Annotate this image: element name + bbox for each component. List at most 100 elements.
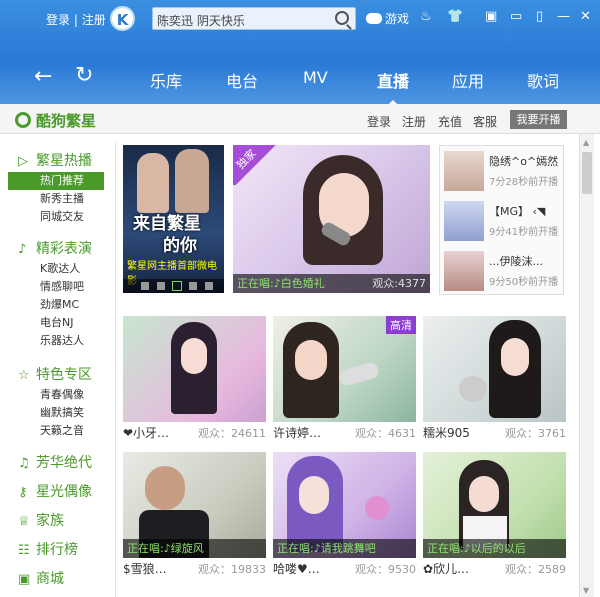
avatar: [444, 151, 484, 191]
sidebar-section-special: ☆ 特色专区 青春偶像 幽默搞笑 天籁之音: [14, 364, 116, 440]
sidebar-section-fanghua[interactable]: ♫ 芳华绝代: [14, 452, 116, 474]
sidebar-section-hot: ▷ 繁星热播 热门推荐 新秀主播 同城交友: [8, 150, 116, 226]
featured-stream[interactable]: 独家 正在唱:♪白色婚礼 观众:4377: [233, 145, 430, 293]
game-label: 游戏: [385, 12, 410, 26]
main-nav: ← ↻ 乐库 电台 MV 直播 应用 歌词: [0, 60, 600, 106]
tab-mv[interactable]: MV: [303, 68, 328, 87]
viewer-count: 观众：19833: [198, 563, 266, 576]
sidebar-section-title[interactable]: ♪ 精彩表演: [14, 238, 116, 260]
recent-live-panel: 隐绣^o^嫣然 7分28秒前开播 【MG】 ‹◥ 9分41秒前开播 ...伊陵沫…: [439, 145, 564, 295]
scroll-down-icon[interactable]: ▼: [583, 586, 589, 595]
scrollbar[interactable]: ▲ ▼: [579, 134, 594, 597]
sidebar: ▷ 繁星热播 热门推荐 新秀主播 同城交友 ♪ 精彩表演 K歌达人 情感聊吧 劲爆M…: [8, 142, 116, 597]
promo-banner[interactable]: 来自繁星 的你 繁星网主播首部微电影: [123, 145, 224, 293]
scroll-up-icon[interactable]: ▲: [583, 138, 589, 147]
stream-card[interactable]: 正在唱:♪以后的以后 ✿欣儿… 观众：2589: [423, 452, 566, 576]
stream-card[interactable]: ❤小牙… 观众：24611: [123, 316, 266, 440]
pager-dot-active[interactable]: [172, 281, 182, 291]
sidebar-item-instrument[interactable]: 乐器达人: [14, 332, 116, 350]
recent-item[interactable]: 隐绣^o^嫣然 7分28秒前开播: [444, 149, 562, 193]
stream-card[interactable]: 高清 许诗婷… 观众：4631: [273, 316, 416, 440]
sidebar-item-chat[interactable]: 情感聊吧: [14, 278, 116, 296]
sidebar-section-family[interactable]: ♕ 家族: [14, 510, 116, 532]
scroll-thumb[interactable]: [582, 152, 592, 194]
stream-card[interactable]: 正在唱:♪请我跳舞吧 哈喽♥… 观众：9530: [273, 452, 416, 576]
avatar: [444, 251, 484, 291]
mobile-icon[interactable]: ▯: [536, 9, 543, 24]
now-singing: 正在唱:♪以后的以后: [427, 542, 526, 555]
sidebar-item-funny[interactable]: 幽默搞笑: [14, 404, 116, 422]
pager-dot[interactable]: [141, 282, 149, 290]
stream-card[interactable]: 糯米905 观众：3761: [423, 316, 566, 440]
mini-mode-icon[interactable]: ▭: [510, 9, 522, 24]
recharge-link[interactable]: 充值: [438, 113, 462, 130]
banner-photo-right: [175, 149, 209, 213]
sidebar-item-idol[interactable]: 青春偶像: [14, 386, 116, 404]
close-icon[interactable]: ✕: [580, 9, 591, 24]
service-link[interactable]: 客服: [473, 113, 497, 130]
menu-icon[interactable]: ▣: [485, 9, 497, 24]
pager-dot[interactable]: [189, 282, 197, 290]
login-links: 登录 | 注册: [46, 11, 106, 28]
game-button[interactable]: 游戏: [366, 10, 409, 27]
streamer-name: ✿欣儿…: [423, 562, 470, 576]
pager-dot[interactable]: [157, 282, 165, 290]
viewer-count: 观众：24611: [198, 427, 266, 440]
sidebar-item-mc[interactable]: 劲爆MC: [14, 296, 116, 314]
sidebar-section-starlight[interactable]: ⚷ 星光偶像: [14, 481, 116, 503]
sub-login-link[interactable]: 登录: [367, 113, 391, 130]
tab-live[interactable]: 直播: [377, 68, 409, 106]
trophy-icon: ♕: [18, 514, 30, 529]
stream-status-bar: 正在唱:♪请我跳舞吧: [273, 539, 416, 558]
sidebar-item-hot[interactable]: 热门推荐: [8, 172, 104, 190]
tab-apps[interactable]: 应用: [452, 68, 484, 92]
stream-status-bar: 正在唱:♪绿旋风: [123, 539, 266, 558]
search-box[interactable]: 陈奕迅 阴天快乐: [152, 7, 356, 30]
skin-icon[interactable]: 👕: [447, 9, 463, 24]
fanxing-logo-icon: [15, 112, 31, 128]
divider: |: [73, 13, 78, 27]
sidebar-section-ranking[interactable]: ☷ 排行榜: [14, 539, 116, 561]
go-live-button[interactable]: 我要开播: [510, 110, 567, 129]
hd-badge: 高清: [386, 316, 416, 334]
now-singing: 正在唱:♪白色婚礼: [237, 277, 325, 290]
sidebar-item-ktv[interactable]: K歌达人: [14, 260, 116, 278]
recent-name: ...伊陵沫...: [489, 255, 543, 268]
minimize-icon[interactable]: —: [557, 9, 570, 24]
music-note-icon: ♪: [18, 242, 27, 257]
tab-lyrics[interactable]: 歌词: [527, 68, 559, 92]
search-icon[interactable]: [335, 11, 349, 25]
login-link[interactable]: 登录: [46, 13, 70, 27]
back-arrow-icon[interactable]: ←: [34, 64, 52, 89]
sidebar-item-voice[interactable]: 天籁之音: [14, 422, 116, 440]
tab-radio[interactable]: 电台: [226, 68, 258, 92]
sidebar-section-shop[interactable]: ▣ 商城: [14, 568, 116, 590]
stream-card[interactable]: 正在唱:♪绿旋风 $雪狼… 观众：19833: [123, 452, 266, 576]
money-bag-icon[interactable]: ♨: [420, 9, 432, 24]
streamer-name: 哈喽♥…: [273, 562, 320, 576]
sidebar-item-nj[interactable]: 电台NJ: [14, 314, 116, 332]
viewer-count: 观众：9530: [355, 563, 416, 576]
recent-item[interactable]: ...伊陵沫... 9分50秒前开播: [444, 249, 562, 293]
brand[interactable]: 酷狗繁星: [15, 110, 96, 131]
sidebar-item-local[interactable]: 同城交友: [14, 208, 116, 226]
sidebar-item-new[interactable]: 新秀主播: [14, 190, 116, 208]
viewer-count: 观众:4377: [372, 277, 426, 290]
banner-title-2: 的你: [163, 236, 197, 256]
pager-dot[interactable]: [205, 282, 213, 290]
sidebar-section-title[interactable]: ☆ 特色专区: [14, 364, 116, 386]
register-link[interactable]: 注册: [82, 13, 106, 27]
recent-time: 9分50秒前开播: [489, 277, 559, 288]
sidebar-section-title[interactable]: ▷ 繁星热播: [14, 150, 116, 172]
exclusive-badge: 独家: [233, 145, 279, 185]
sub-register-link[interactable]: 注册: [402, 113, 426, 130]
recent-item[interactable]: 【MG】 ‹◥ 9分41秒前开播: [444, 199, 562, 243]
stream-thumbnail: [123, 316, 266, 422]
star-icon: ☆: [18, 368, 30, 383]
kugou-logo-icon[interactable]: K: [110, 6, 135, 31]
banner-photo-left: [137, 153, 169, 213]
tab-library[interactable]: 乐库: [150, 68, 182, 92]
search-input[interactable]: 陈奕迅 阴天快乐: [157, 12, 245, 29]
now-singing: 正在唱:♪请我跳舞吧: [277, 542, 376, 555]
refresh-icon[interactable]: ↻: [75, 63, 93, 88]
